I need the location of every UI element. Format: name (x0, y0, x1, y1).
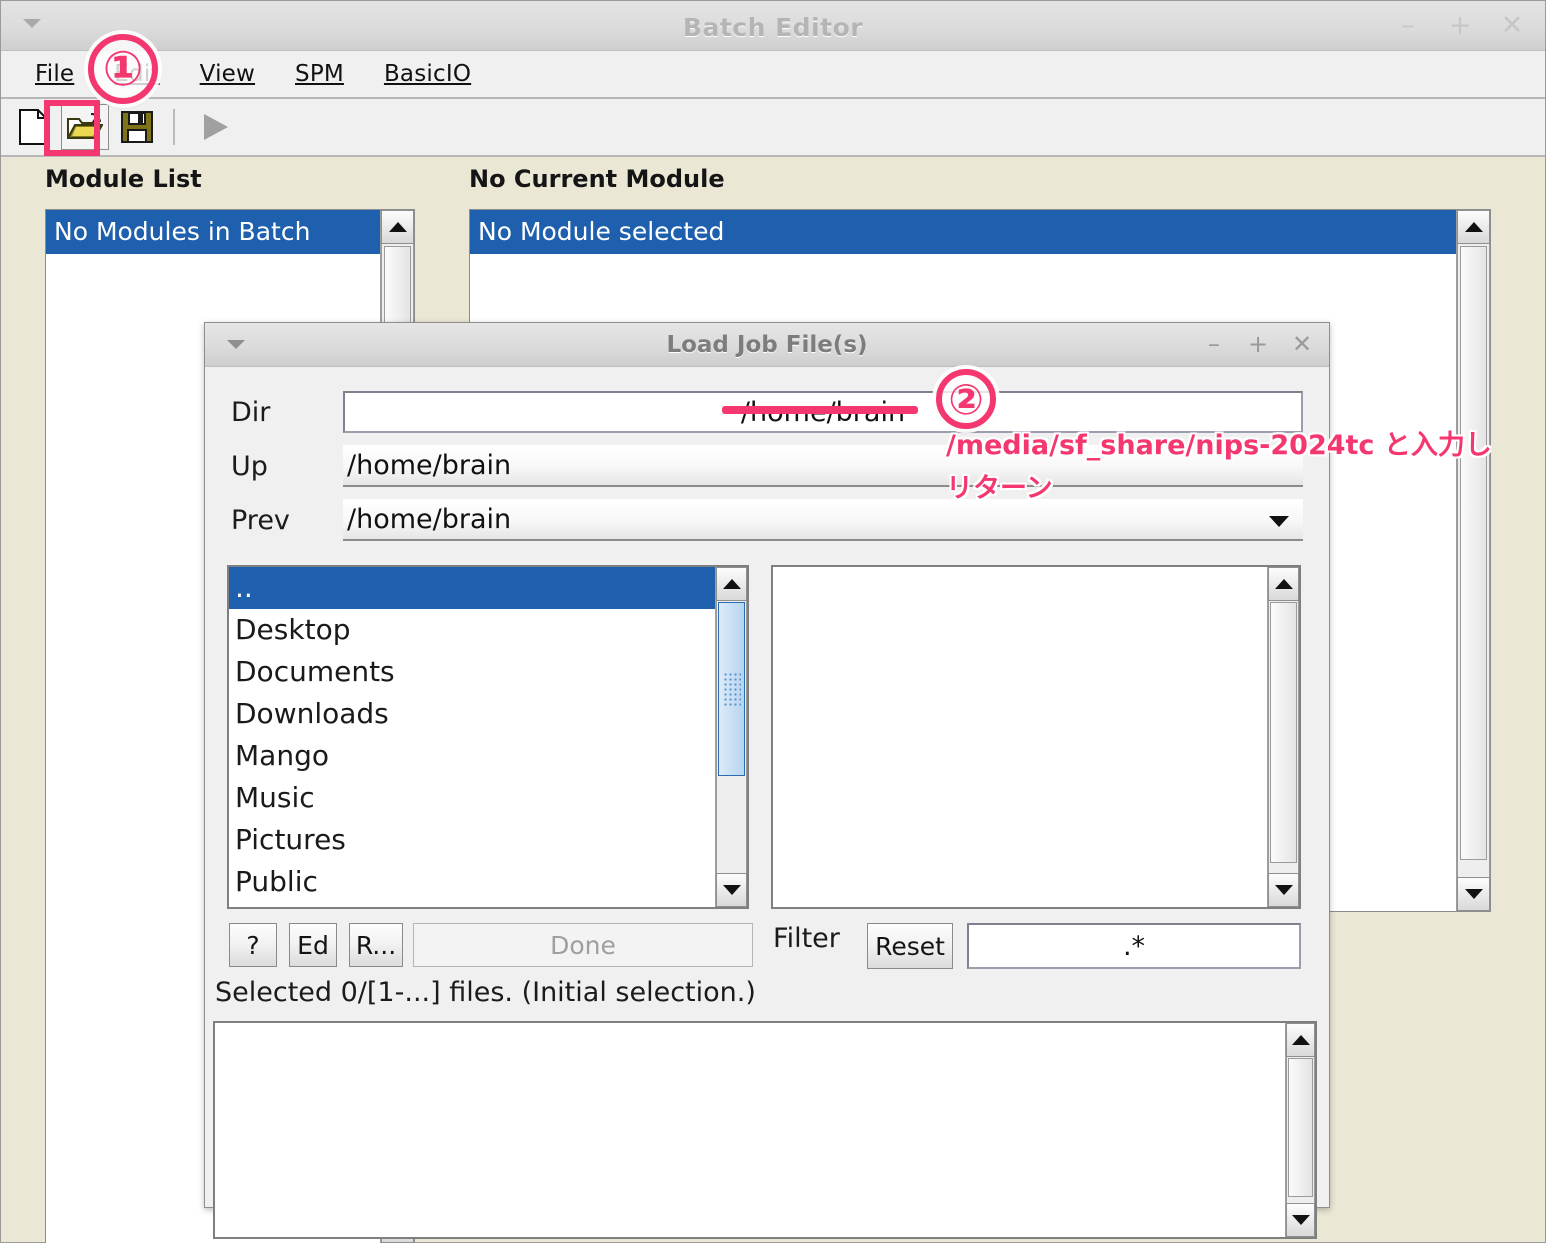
arrow-down-icon (1274, 885, 1293, 895)
scroll-thumb[interactable] (1288, 1058, 1313, 1197)
selection-status: Selected 0/[1-...] files. (Initial selec… (215, 977, 756, 1008)
annotation-note-line-2: リターン (946, 473, 1053, 504)
annotation-underline-dir (722, 406, 918, 414)
arrow-up-icon (388, 222, 407, 232)
prev-combo[interactable]: /home/brain (343, 499, 1303, 541)
preview-content (215, 1023, 1285, 1237)
scroll-track[interactable] (1457, 244, 1490, 877)
help-button[interactable]: ? (229, 923, 277, 967)
main-window-title: Batch Editor (682, 13, 864, 42)
scroll-down-button[interactable] (1457, 877, 1490, 911)
arrow-up-icon (1464, 222, 1483, 232)
annotation-step-1: ① (88, 34, 158, 104)
menu-bar: File Edit View SPM BasicIO (1, 51, 1545, 99)
current-module-scrollbar[interactable] (1456, 210, 1490, 911)
scroll-track[interactable] (1268, 601, 1299, 873)
scroll-up-button[interactable] (716, 567, 747, 601)
up-label: Up (231, 450, 268, 482)
directory-list-scrollbar[interactable] (715, 567, 747, 907)
annotation-step-2: ② (936, 369, 996, 429)
scroll-thumb[interactable] (718, 602, 745, 777)
scroll-up-button[interactable] (1457, 210, 1490, 244)
toolbar-separator (173, 109, 175, 145)
annotation-highlight-open-button (44, 100, 100, 156)
menu-item-view[interactable]: View (180, 59, 275, 89)
run-icon (204, 114, 228, 140)
chevron-down-icon[interactable] (1269, 516, 1289, 527)
arrow-up-icon (722, 579, 741, 589)
scroll-thumb[interactable] (1460, 246, 1487, 860)
arrow-down-icon (722, 885, 741, 895)
list-item[interactable]: Mango (229, 735, 715, 777)
list-item[interactable]: No Module selected (470, 210, 1456, 254)
scroll-thumb[interactable] (1270, 602, 1297, 864)
scroll-down-button[interactable] (1268, 873, 1299, 907)
dir-label: Dir (231, 396, 271, 428)
list-item[interactable]: Music (229, 777, 715, 819)
scroll-up-button[interactable] (1268, 567, 1299, 601)
current-module-heading: No Current Module (469, 165, 725, 193)
menu-item-file[interactable]: File (15, 59, 94, 89)
dialog-window-controls: – + ✕ (1203, 329, 1313, 359)
main-window-controls: – + ✕ (1395, 11, 1525, 41)
list-item[interactable]: No Modules in Batch (46, 210, 380, 254)
save-icon (121, 111, 153, 143)
arrow-up-icon (1291, 1035, 1310, 1045)
module-list-heading: Module List (45, 165, 202, 193)
dialog-close-icon[interactable]: ✕ (1291, 329, 1313, 359)
edit-button[interactable]: Ed (289, 923, 337, 967)
tool-bar (1, 99, 1545, 157)
arrow-down-icon (1464, 889, 1483, 899)
scroll-track[interactable] (1286, 1057, 1315, 1203)
menu-item-file-label: File (35, 61, 75, 87)
scroll-track[interactable] (716, 601, 747, 873)
list-item[interactable]: Pictures (229, 819, 715, 861)
preview-panel[interactable] (213, 1021, 1317, 1239)
scroll-up-button[interactable] (1286, 1023, 1315, 1057)
menu-item-view-label: View (199, 61, 256, 87)
dialog-titlebar: Load Job File(s) – + ✕ (205, 323, 1329, 367)
prev-combo-value: /home/brain (347, 503, 512, 535)
annotation-note-line-1: /media/sf_share/nips-2024tc と入力し (946, 430, 1492, 461)
list-item[interactable]: Downloads (229, 693, 715, 735)
scroll-up-button[interactable] (381, 210, 414, 244)
dialog-minimize-icon[interactable]: – (1203, 329, 1225, 359)
prev-row: Prev /home/brain (217, 499, 1307, 541)
minimize-icon[interactable]: – (1395, 11, 1421, 41)
directory-list-items: .. Desktop Documents Downloads Mango Mus… (229, 567, 715, 907)
filter-input[interactable]: .* (967, 923, 1301, 969)
maximize-icon[interactable]: + (1447, 11, 1473, 41)
done-button[interactable]: Done (413, 923, 753, 967)
filter-reset-button[interactable]: Reset (867, 923, 953, 969)
arrow-up-icon (1274, 579, 1293, 589)
file-list-scrollbar[interactable] (1267, 567, 1299, 907)
scroll-down-button[interactable] (1286, 1203, 1315, 1237)
arrow-down-icon (1291, 1215, 1310, 1225)
dialog-maximize-icon[interactable]: + (1247, 329, 1269, 359)
file-list-items (773, 567, 1267, 907)
dialog-title: Load Job File(s) (666, 332, 868, 358)
list-item[interactable]: .. (229, 567, 715, 609)
dialog-body: Dir /home/brain Up /home/brain Prev /hom… (205, 367, 1329, 1239)
menu-item-basicio[interactable]: BasicIO (364, 59, 491, 89)
list-item[interactable]: Public (229, 861, 715, 903)
menu-item-spm[interactable]: SPM (275, 59, 364, 89)
menu-item-spm-label: SPM (295, 61, 344, 87)
filter-label: Filter (773, 923, 840, 954)
menu-item-basicio-label: BasicIO (383, 61, 472, 87)
save-button[interactable] (113, 104, 161, 150)
list-item[interactable]: Desktop (229, 609, 715, 651)
run-button[interactable] (191, 104, 239, 150)
scroll-down-button[interactable] (716, 873, 747, 907)
prev-label: Prev (231, 504, 290, 536)
file-list-panel[interactable] (771, 565, 1301, 909)
main-titlebar: Batch Editor – + ✕ (1, 1, 1545, 51)
rec-button[interactable]: R... (349, 923, 403, 967)
directory-list-panel[interactable]: .. Desktop Documents Downloads Mango Mus… (227, 565, 749, 909)
close-icon[interactable]: ✕ (1499, 11, 1525, 41)
list-item[interactable]: Documents (229, 651, 715, 693)
preview-scrollbar[interactable] (1285, 1023, 1315, 1237)
